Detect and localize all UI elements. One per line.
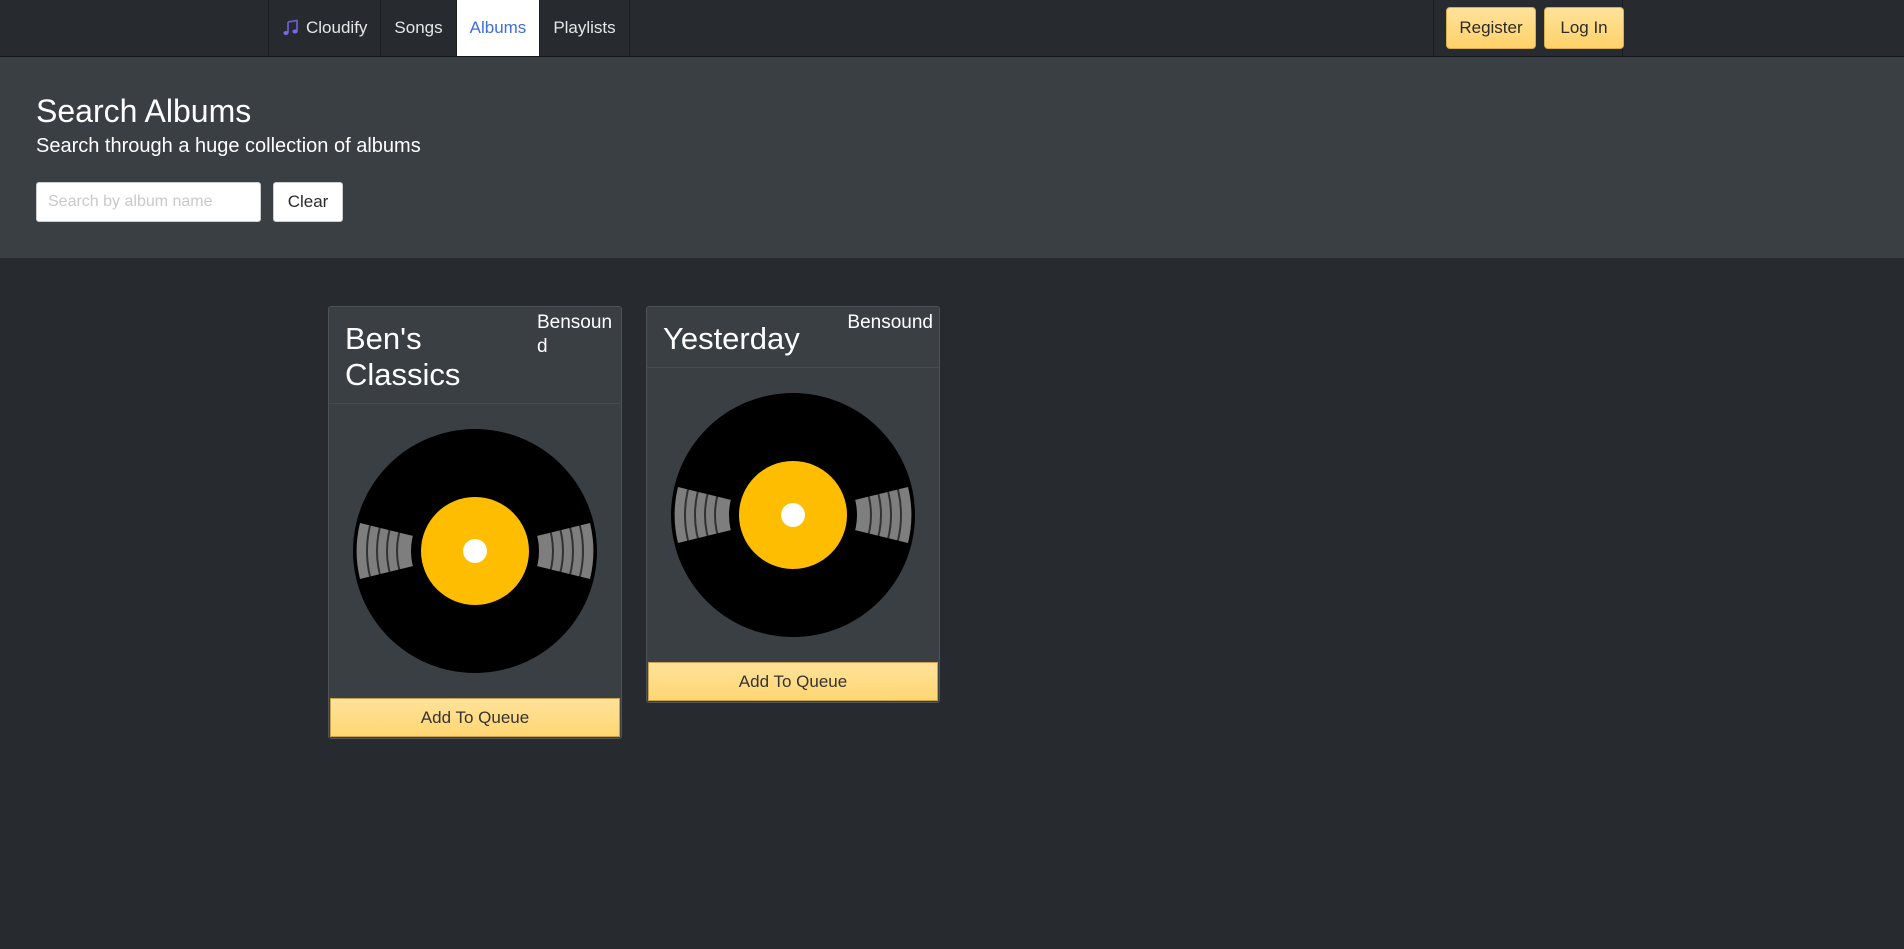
search-hero: Search Albums Search through a huge coll… [0,57,1904,258]
page-title: Search Albums [36,93,252,129]
brand-label: Cloudify [306,18,368,37]
login-button[interactable]: Log In [1544,7,1624,49]
register-button[interactable]: Register [1446,7,1536,49]
search-input[interactable] [36,182,261,222]
tab-albums[interactable]: Albums [456,0,541,56]
tab-songs[interactable]: Songs [381,0,457,56]
album-card: Yesterday Bensound Add To Queue [646,306,940,703]
album-card-header: Yesterday Bensound [647,307,939,368]
album-card-header: Ben's Classics Bensound [329,307,621,404]
nav-tabs: Cloudify Songs Albums Playlists [268,0,630,56]
album-card: Ben's Classics Bensound Add To Queue [328,306,622,739]
clear-button[interactable]: Clear [273,182,343,222]
top-navbar: Cloudify Songs Albums Playlists Register… [0,0,1904,57]
music-notes-icon [282,19,300,37]
album-title: Ben's Classics [345,321,461,392]
album-artist: Bensound [847,312,933,333]
vinyl-record-icon [671,393,915,637]
add-to-queue-button[interactable]: Add To Queue [330,698,620,737]
add-to-queue-button[interactable]: Add To Queue [648,662,938,701]
tab-playlists[interactable]: Playlists [540,0,630,56]
brand-link[interactable]: Cloudify [269,0,382,56]
album-artist: Bensound [537,312,613,357]
page-subtitle: Search through a huge collection of albu… [36,135,421,157]
album-cover [329,404,621,698]
vinyl-record-icon [353,429,597,673]
album-cover [647,368,939,662]
